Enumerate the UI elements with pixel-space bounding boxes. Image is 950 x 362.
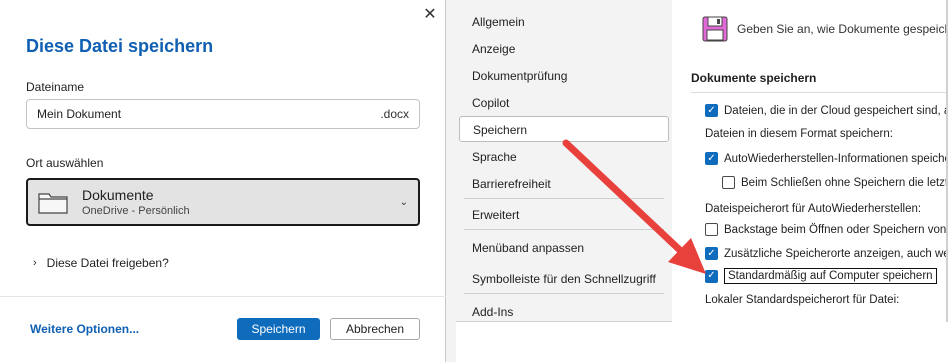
file-extension: .docx bbox=[380, 107, 409, 121]
options-nav: Allgemein Anzeige Dokumentprüfung Copilo… bbox=[456, 0, 672, 322]
filename-label: Dateiname bbox=[26, 80, 85, 94]
location-sub: OneDrive - Persönlich bbox=[82, 205, 190, 217]
checkbox-icon[interactable]: ✓ bbox=[705, 104, 718, 117]
nav-divider bbox=[464, 229, 664, 230]
close-icon[interactable]: ✕ bbox=[420, 5, 440, 25]
save-options-pane: Geben Sie an, wie Dokumente gespeichert … bbox=[672, 0, 948, 322]
option-cloud-autosave[interactable]: ✓ Dateien, die in der Cloud gespeichert … bbox=[705, 104, 946, 117]
local-default-location-label: Lokaler Standardspeicherort für Datei: bbox=[705, 294, 900, 306]
chevron-right-icon: › bbox=[33, 257, 37, 269]
nav-item-sprache[interactable]: Sprache bbox=[472, 150, 517, 164]
nav-item-dokumentpruefung[interactable]: Dokumentprüfung bbox=[472, 69, 567, 83]
pane-header: Geben Sie an, wie Dokumente gespeichert … bbox=[702, 16, 946, 42]
location-dropdown[interactable]: Dokumente OneDrive - Persönlich ⌄ bbox=[26, 178, 420, 226]
bottom-strip bbox=[456, 322, 950, 362]
checkbox-icon[interactable]: ✓ bbox=[705, 269, 718, 283]
filename-input[interactable]: Mein Dokument .docx bbox=[26, 99, 420, 129]
checkbox-icon[interactable] bbox=[705, 223, 718, 236]
save-button[interactable]: Speichern bbox=[237, 318, 320, 340]
floppy-disk-icon bbox=[702, 16, 728, 42]
nav-item-allgemein[interactable]: Allgemein bbox=[472, 15, 525, 29]
section-title: Dokumente speichern bbox=[691, 71, 817, 85]
filename-value[interactable]: Mein Dokument bbox=[37, 107, 380, 121]
option-label: Dateien, die in der Cloud gespeichert si… bbox=[724, 104, 946, 117]
option-label: Beim Schließen ohne Speichern die letzte… bbox=[741, 176, 948, 189]
section-divider bbox=[691, 92, 946, 93]
footer-divider bbox=[0, 296, 446, 297]
cancel-button[interactable]: Abbrechen bbox=[330, 318, 420, 340]
nav-item-speichern[interactable]: Speichern bbox=[459, 116, 669, 142]
share-expander[interactable]: › Diese Datei freigeben? bbox=[33, 256, 169, 270]
nav-item-erweitert[interactable]: Erweitert bbox=[472, 208, 519, 222]
pane-header-text: Geben Sie an, wie Dokumente gespeichert … bbox=[737, 22, 946, 36]
nav-item-schnellzugriff[interactable]: Symbolleiste für den Schnellzugriff bbox=[472, 272, 656, 286]
nav-item-menueband[interactable]: Menüband anpassen bbox=[472, 241, 584, 255]
option-additional-locations[interactable]: ✓ Zusätzliche Speicherorte anzeigen, auc… bbox=[705, 247, 946, 260]
option-backstage[interactable]: Backstage beim Öffnen oder Speichern von… bbox=[705, 223, 947, 236]
nav-item-copilot[interactable]: Copilot bbox=[472, 96, 509, 110]
option-label: Backstage beim Öffnen oder Speichern von… bbox=[724, 223, 947, 236]
option-autorecover[interactable]: ✓ AutoWiederherstellen-Informationen spe… bbox=[705, 152, 946, 165]
panel-gap bbox=[446, 0, 456, 362]
nav-divider bbox=[464, 293, 664, 294]
checkbox-icon[interactable]: ✓ bbox=[705, 152, 718, 165]
nav-item-barrierefreiheit[interactable]: Barrierefreiheit bbox=[472, 177, 551, 191]
option-keep-last-version[interactable]: Beim Schließen ohne Speichern die letzte… bbox=[722, 176, 948, 189]
folder-icon bbox=[38, 193, 68, 214]
chevron-down-icon: ⌄ bbox=[399, 196, 408, 208]
checkbox-icon[interactable]: ✓ bbox=[705, 247, 718, 260]
option-label: AutoWiederherstellen-Informationen speic… bbox=[724, 152, 946, 165]
option-label: Standardmäßig auf Computer speichern bbox=[724, 268, 937, 284]
nav-divider bbox=[464, 198, 664, 199]
nav-item-add-ins[interactable]: Add-Ins bbox=[472, 305, 513, 319]
autorecover-location-label: Dateispeicherort für AutoWiederherstelle… bbox=[705, 203, 922, 215]
save-dialog: ✕ Diese Datei speichern Dateiname Mein D… bbox=[0, 0, 446, 362]
option-label: Zusätzliche Speicherorte anzeigen, auch … bbox=[724, 247, 946, 260]
dialog-title: Diese Datei speichern bbox=[26, 36, 214, 56]
format-label: Dateien in diesem Format speichern: bbox=[705, 128, 893, 140]
checkbox-icon[interactable] bbox=[722, 176, 735, 189]
nav-item-anzeige[interactable]: Anzeige bbox=[472, 42, 515, 56]
more-options-link[interactable]: Weitere Optionen... bbox=[30, 322, 139, 336]
option-save-to-computer[interactable]: ✓ Standardmäßig auf Computer speichern bbox=[705, 268, 937, 284]
location-main: Dokumente bbox=[82, 187, 154, 203]
location-label: Ort auswählen bbox=[26, 156, 104, 170]
share-label: Diese Datei freigeben? bbox=[46, 256, 169, 270]
